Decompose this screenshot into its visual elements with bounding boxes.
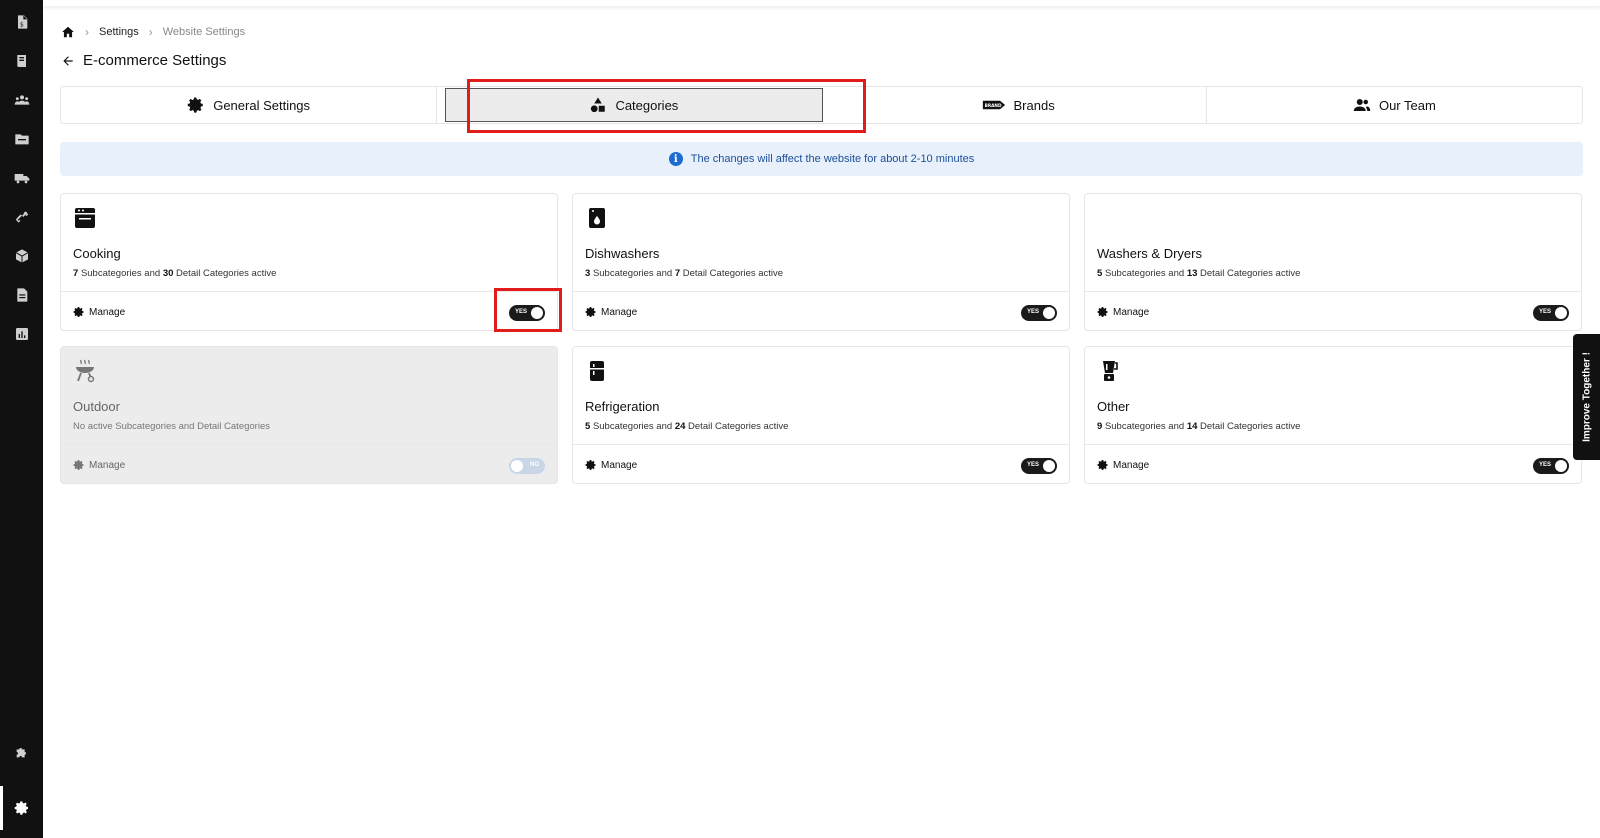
document-icon[interactable] — [12, 285, 32, 305]
divider — [61, 444, 557, 445]
breadcrumb: › Settings › Website Settings — [61, 25, 245, 39]
svg-text:BRAND: BRAND — [984, 103, 1001, 109]
truck-icon[interactable] — [12, 168, 32, 188]
tab-label: Brands — [1013, 97, 1055, 113]
category-summary: 7 Subcategories and 30 Detail Categories… — [73, 268, 277, 279]
chevron-right-icon: › — [85, 25, 89, 39]
box-icon[interactable] — [12, 246, 32, 266]
grill-icon — [73, 359, 99, 385]
fridge-icon — [585, 359, 611, 385]
feedback-label: Improve Together ! — [1581, 352, 1592, 442]
active-indicator — [0, 786, 3, 830]
feedback-tab[interactable]: Improve Together ! — [1573, 334, 1600, 460]
tab-categories[interactable]: Categories — [445, 88, 823, 122]
link-icon[interactable] — [12, 207, 32, 227]
top-bar — [43, 0, 1600, 6]
category-toggle[interactable]: YES — [1021, 305, 1057, 321]
category-summary: 9 Subcategories and 14 Detail Categories… — [1097, 421, 1301, 432]
divider — [573, 291, 1069, 292]
blender-icon — [1097, 359, 1123, 385]
category-toggle[interactable]: YES — [509, 305, 545, 321]
chevron-right-icon: › — [148, 25, 153, 39]
chart-icon[interactable] — [12, 324, 32, 344]
category-card-cooking: Cooking 7 Subcategories and 30 Detail Ca… — [60, 193, 558, 331]
shapes-icon — [591, 97, 606, 113]
category-card-refrigeration: Refrigeration 5 Subcategories and 24 Det… — [572, 346, 1070, 484]
category-title: Refrigeration — [585, 399, 660, 414]
category-title: Dishwashers — [585, 246, 660, 261]
tab-label: Our Team — [1378, 97, 1436, 113]
users-icon[interactable] — [12, 90, 32, 110]
tab-general-settings[interactable]: General Settings — [61, 87, 438, 123]
manage-button[interactable]: Manage — [1097, 306, 1149, 318]
category-summary: 5 Subcategories and 13 Detail Categories… — [1097, 268, 1301, 279]
page-title-text: E-commerce Settings — [83, 52, 227, 69]
category-card-other: Other 9 Subcategories and 14 Detail Cate… — [1084, 346, 1582, 484]
info-icon: i — [668, 152, 683, 166]
gear-icon — [585, 307, 596, 318]
category-summary: 5 Subcategories and 24 Detail Categories… — [585, 421, 789, 432]
manage-button[interactable]: Manage — [585, 459, 637, 471]
gear-icon — [1097, 460, 1108, 471]
category-card-outdoor: Outdoor No active Subcategories and Deta… — [60, 346, 558, 484]
folder-icon[interactable] — [12, 129, 32, 149]
tab-brands[interactable]: BRAND Brands — [831, 87, 1207, 123]
breadcrumb-website-settings: Website Settings — [162, 26, 246, 38]
category-card-dishwashers: Dishwashers 3 Subcategories and 7 Detail… — [572, 193, 1070, 331]
oven-icon — [73, 206, 99, 232]
manage-button[interactable]: Manage — [1097, 459, 1149, 471]
category-title: Cooking — [73, 246, 121, 261]
people-icon — [1353, 99, 1371, 111]
manage-button[interactable]: Manage — [585, 306, 637, 318]
tab-bar: General Settings Categories BRAND Brands… — [60, 86, 1583, 124]
book-icon[interactable] — [12, 51, 32, 71]
back-arrow-icon[interactable] — [61, 54, 75, 68]
manage-button[interactable]: Manage — [73, 459, 125, 471]
brand-tag-icon: BRAND — [982, 100, 1005, 110]
category-summary: 3 Subcategories and 7 Detail Categories … — [585, 268, 784, 279]
category-title: Other — [1097, 399, 1130, 414]
category-summary: No active Subcategories and Detail Categ… — [73, 421, 270, 432]
divider — [1085, 291, 1581, 292]
category-title: Outdoor — [73, 399, 120, 414]
divider — [1085, 444, 1581, 445]
info-banner: i The changes will affect the website fo… — [60, 142, 1583, 176]
gear-icon — [187, 97, 203, 113]
tab-our-team[interactable]: Our Team — [1207, 87, 1582, 123]
category-toggle[interactable]: YES — [1533, 458, 1569, 474]
category-title: Washers & Dryers — [1097, 246, 1202, 261]
manage-button[interactable]: Manage — [73, 306, 125, 318]
category-toggle[interactable]: YES — [1533, 305, 1569, 321]
category-card-washers-dryers: Washers & Dryers 5 Subcategories and 13 … — [1084, 193, 1582, 331]
gear-icon — [73, 307, 84, 318]
gear-icon — [585, 460, 596, 471]
home-icon[interactable] — [61, 25, 75, 39]
sidebar: $ — [0, 0, 43, 838]
svg-text:$: $ — [20, 22, 24, 29]
category-grid: Cooking 7 Subcategories and 30 Detail Ca… — [60, 193, 1583, 484]
divider — [61, 291, 557, 292]
category-toggle[interactable]: NO — [509, 458, 545, 474]
page-title: E-commerce Settings — [61, 52, 226, 69]
tab-label: Categories — [615, 97, 679, 113]
gear-icon[interactable] — [12, 798, 32, 818]
invoice-dollar-icon[interactable]: $ — [12, 12, 32, 32]
category-toggle[interactable]: YES — [1021, 458, 1057, 474]
gear-icon — [73, 460, 84, 471]
tab-label: General Settings — [213, 97, 311, 113]
breadcrumb-settings[interactable]: Settings — [99, 26, 139, 38]
dishwasher-icon — [585, 206, 611, 232]
banner-text: The changes will affect the website for … — [690, 153, 975, 165]
puzzle-icon[interactable] — [12, 742, 32, 762]
divider — [573, 444, 1069, 445]
gear-icon — [1097, 307, 1108, 318]
